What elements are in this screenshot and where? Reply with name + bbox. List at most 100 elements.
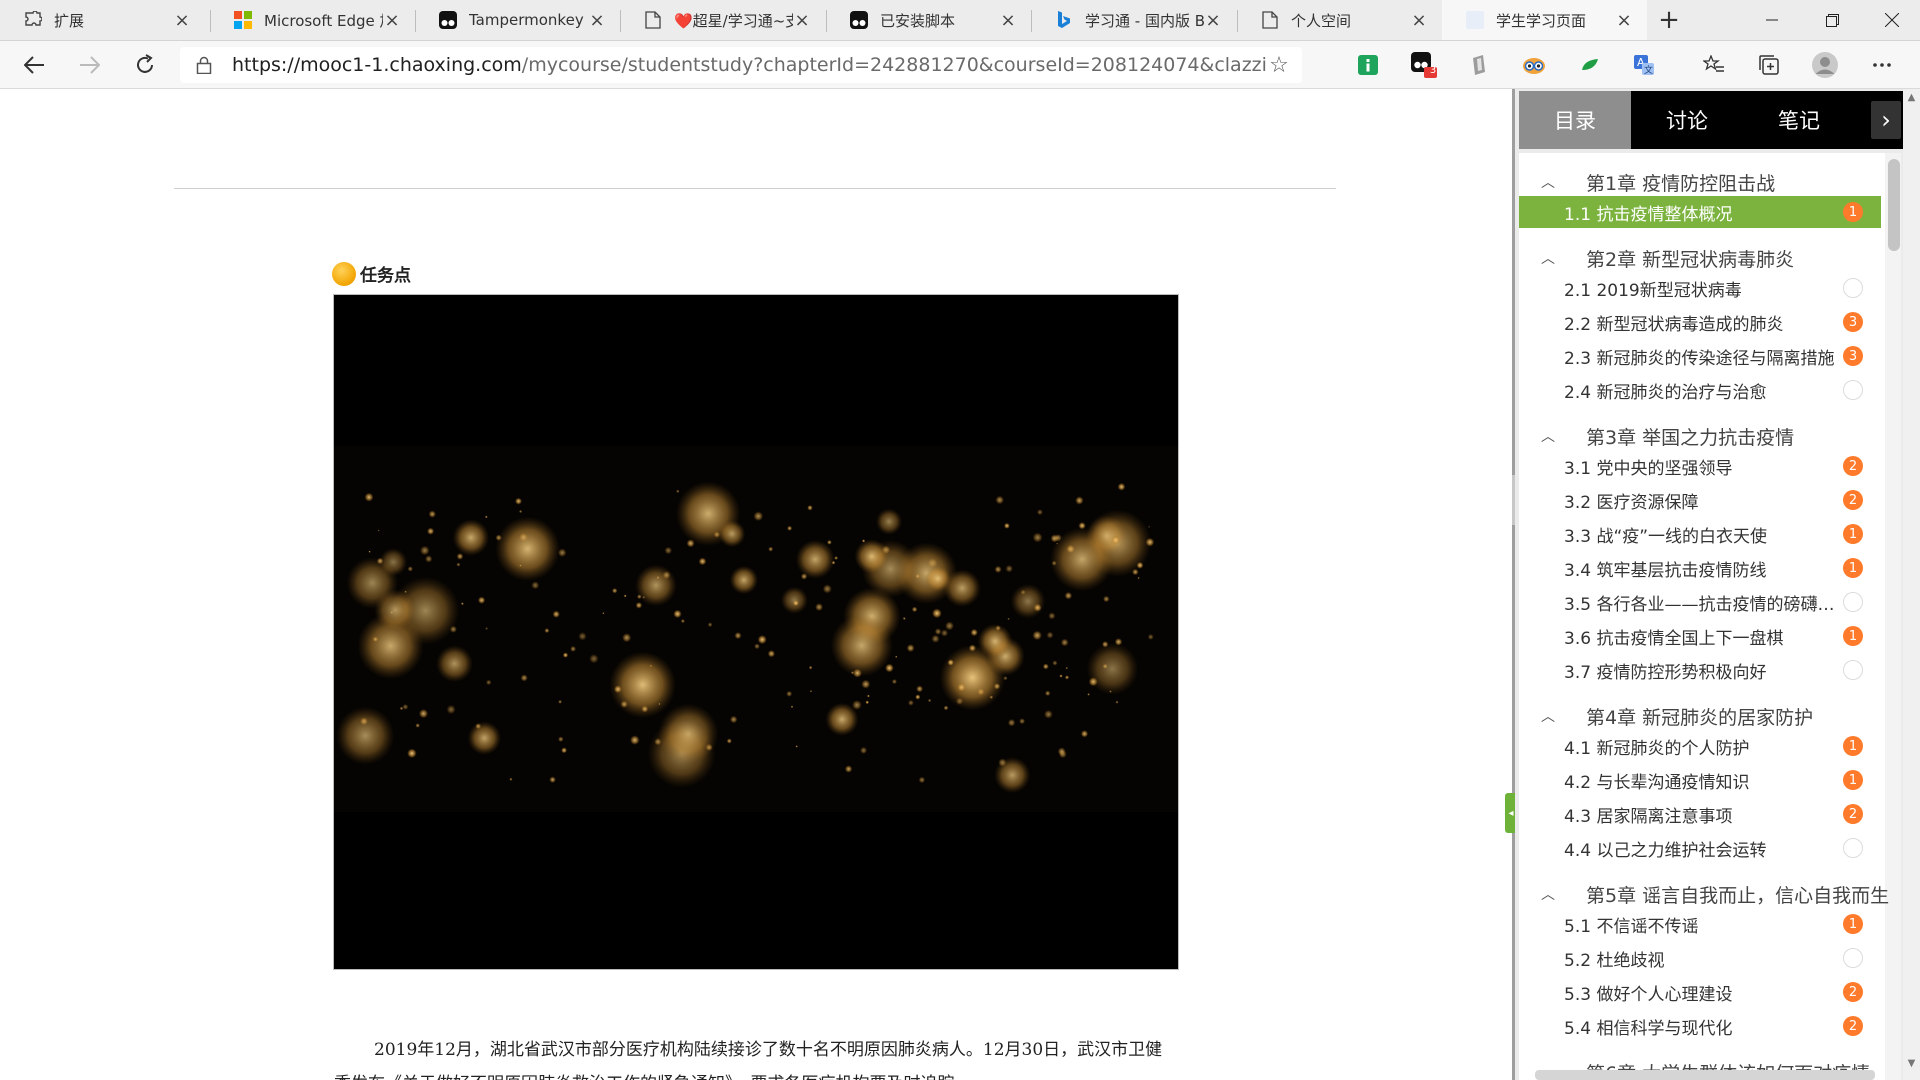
section-item[interactable]: 5.2 杜绝歧视: [1519, 942, 1881, 974]
refresh-button[interactable]: [127, 47, 163, 83]
tab-close-icon[interactable]: ×: [1204, 10, 1222, 31]
section-item[interactable]: 2.4 新冠肺炎的治疗与治愈: [1519, 374, 1881, 406]
bokeh-particle: [562, 652, 569, 658]
bokeh-particle: [945, 621, 954, 631]
tab-close-icon[interactable]: ×: [588, 10, 606, 31]
bokeh-particle: [902, 617, 906, 620]
bokeh-particle: [698, 557, 707, 566]
url-text[interactable]: https://mooc1-1.chaoxing.com/mycourse/st…: [232, 54, 1268, 76]
chapter-header[interactable]: ︿ 第1章 疫情防控阻击战: [1519, 165, 1901, 199]
section-title: 3.4 筑牢基层抗击疫情防线: [1564, 560, 1767, 581]
browser-tab[interactable]: 已安装脚本 ×: [826, 0, 1031, 40]
translate-extension-icon[interactable]: A文: [1628, 49, 1660, 81]
section-item[interactable]: 3.7 疫情防控形势积极向好: [1519, 654, 1881, 686]
profile-avatar-icon[interactable]: [1809, 49, 1841, 81]
page-scrollbar[interactable]: [1903, 89, 1920, 1080]
browser-tab[interactable]: 个人空间 ×: [1237, 0, 1442, 40]
browser-tab[interactable]: 学习通 - 国内版 Bing×: [1031, 0, 1236, 40]
bokeh-particle: [664, 546, 673, 555]
new-tab-button[interactable]: +: [1652, 4, 1686, 36]
favorite-star-icon[interactable]: ☆: [1268, 53, 1290, 78]
section-item[interactable]: 3.3 战“疫”一线的白衣天使 1: [1519, 518, 1881, 550]
owl-extension-icon[interactable]: [1518, 49, 1550, 81]
tab-close-icon[interactable]: ×: [1615, 10, 1633, 31]
section-item[interactable]: 4.2 与长辈沟通疫情知识 1: [1519, 764, 1881, 796]
section-item[interactable]: 3.1 党中央的坚强领导 2: [1519, 450, 1881, 482]
section-title: 3.1 党中央的坚强领导: [1564, 458, 1733, 479]
section-item[interactable]: 5.3 做好个人心理建设 2: [1519, 976, 1881, 1008]
section-item[interactable]: 3.2 医疗资源保障 2: [1519, 484, 1881, 516]
chevron-up-icon[interactable]: ︿: [1541, 248, 1561, 268]
bokeh-particle: [374, 589, 416, 631]
section-item[interactable]: 3.6 抗击疫情全国上下一盘棋 1: [1519, 620, 1881, 652]
url-path: /mycourse/studentstudy?chapterId=2428812…: [521, 54, 1268, 76]
tab-discussion[interactable]: 讨论: [1631, 91, 1743, 149]
scroll-down-arrow-icon[interactable]: ▼: [1903, 1058, 1920, 1072]
tab-close-icon[interactable]: ×: [1410, 10, 1428, 31]
chapter-header[interactable]: ︿ 第3章 举国之力抗击疫情: [1519, 419, 1901, 453]
section-item[interactable]: 2.3 新冠肺炎的传染途径与隔离措施 3: [1519, 340, 1881, 372]
forward-button[interactable]: [72, 47, 108, 83]
chapter-header[interactable]: ︿ 第4章 新冠肺炎的居家防护: [1519, 699, 1901, 733]
tab-close-icon[interactable]: ×: [173, 10, 191, 31]
browser-tab[interactable]: 扩展 ×: [0, 0, 205, 40]
chevron-up-icon[interactable]: ︿: [1541, 706, 1561, 726]
section-item[interactable]: 4.3 居家隔离注意事项 2: [1519, 798, 1881, 830]
tab-close-icon[interactable]: ×: [383, 10, 401, 31]
tab-notes[interactable]: 笔记: [1743, 91, 1855, 149]
section-item[interactable]: 4.4 以己之力维护社会运转: [1519, 832, 1881, 864]
bokeh-particle: [915, 694, 921, 700]
section-item[interactable]: 1.1 抗击疫情整体概况 1: [1519, 196, 1881, 228]
favorites-list-icon[interactable]: [1698, 49, 1730, 81]
bokeh-particle: [427, 527, 435, 535]
tab-close-icon[interactable]: ×: [793, 10, 811, 31]
green-extension-icon[interactable]: [1352, 49, 1384, 81]
section-item[interactable]: 2.1 2019新型冠状病毒: [1519, 272, 1881, 304]
tab-separator: [826, 10, 827, 32]
bokeh-particle: [558, 699, 562, 704]
bokeh-particle: [519, 564, 522, 567]
section-item[interactable]: 5.1 不信谣不传谣 1: [1519, 908, 1881, 940]
more-menu-icon[interactable]: [1866, 49, 1898, 81]
chevron-up-icon[interactable]: ︿: [1541, 426, 1561, 446]
section-item[interactable]: 3.5 各行各业——抗击疫情的磅礴力量: [1519, 586, 1881, 618]
lock-icon: [196, 56, 212, 74]
back-button[interactable]: [16, 47, 52, 83]
address-bar[interactable]: https://mooc1-1.chaoxing.com/mycourse/st…: [180, 47, 1302, 83]
chevron-up-icon[interactable]: ︿: [1541, 172, 1561, 192]
bokeh-particle: [519, 509, 523, 514]
browser-tab[interactable]: Microsoft Edge 加载项×: [210, 0, 415, 40]
minimize-button[interactable]: [1742, 0, 1802, 40]
collections-icon[interactable]: [1753, 49, 1785, 81]
chapter-header[interactable]: ︿ 第5章 谣言自我而止，信心自我而生: [1519, 877, 1901, 911]
toc-scrollbar[interactable]: [1885, 153, 1901, 1080]
chapter-header[interactable]: ︿ 第2章 新型冠状病毒肺炎: [1519, 241, 1901, 275]
bokeh-particle: [1060, 638, 1069, 647]
close-window-button[interactable]: [1862, 0, 1920, 40]
tab-title: Microsoft Edge 加载项: [264, 11, 383, 30]
bokeh-particle: [968, 644, 977, 652]
tab-close-icon[interactable]: ×: [999, 10, 1017, 31]
video-player[interactable]: [333, 294, 1179, 970]
gray-extension-icon[interactable]: [1463, 49, 1495, 81]
tampermonkey-extension-icon[interactable]: 3: [1408, 49, 1440, 81]
tab-catalog[interactable]: 目录: [1519, 91, 1631, 149]
completed-status-circle: [1843, 838, 1863, 858]
browser-tab[interactable]: ❤️超星/学习通~支持×: [620, 0, 825, 40]
browser-tab[interactable]: Tampermonkey • Userscript×: [415, 0, 620, 40]
horizontal-scrollbar[interactable]: [1535, 1070, 1875, 1080]
maximize-button[interactable]: [1802, 0, 1862, 40]
bokeh-particle: [456, 562, 461, 567]
scroll-up-arrow-icon[interactable]: ▲: [1903, 92, 1920, 106]
bokeh-particle: [852, 700, 862, 710]
section-item[interactable]: 3.4 筑牢基层抗击疫情防线 1: [1519, 552, 1881, 584]
browser-tab[interactable]: 学生学习页面 ×: [1442, 0, 1647, 40]
green-leaf-extension-icon[interactable]: [1574, 49, 1606, 81]
section-item[interactable]: 4.1 新冠肺炎的个人防护 1: [1519, 730, 1881, 762]
section-item[interactable]: 2.2 新型冠状病毒造成的肺炎 3: [1519, 306, 1881, 338]
chevron-up-icon[interactable]: ︿: [1541, 884, 1561, 904]
bokeh-particle: [379, 548, 408, 576]
bokeh-particle: [635, 602, 643, 609]
tab-next-button[interactable]: ›: [1871, 101, 1901, 139]
section-item[interactable]: 5.4 相信科学与现代化 2: [1519, 1010, 1881, 1042]
